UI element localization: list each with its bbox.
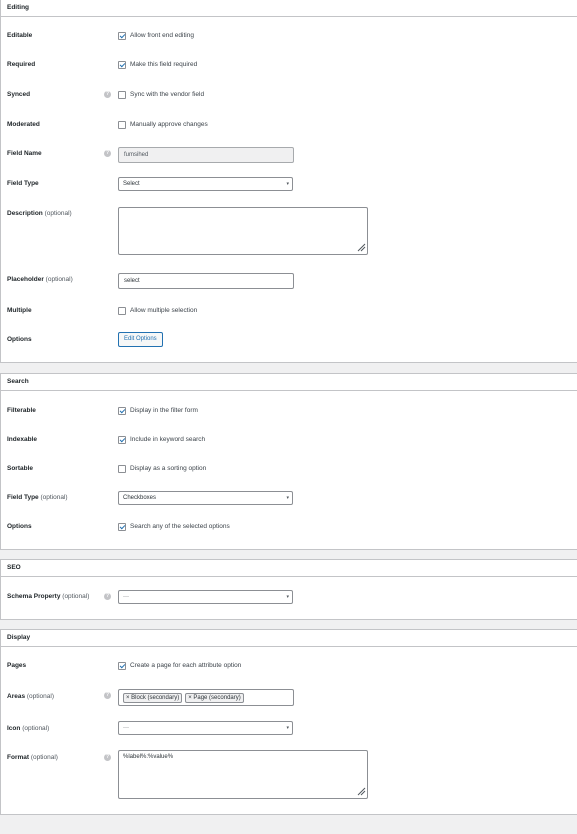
icon-select[interactable]: — ▾ bbox=[118, 721, 293, 735]
areas-label: Areas (optional) bbox=[7, 693, 54, 700]
resize-handle-icon[interactable] bbox=[357, 243, 366, 252]
editing-panel: Editing Editable Allow front end editing… bbox=[0, 0, 577, 363]
required-checkbox-label[interactable]: Make this field required bbox=[130, 61, 197, 68]
field-name-label: Field Name bbox=[7, 150, 42, 157]
filterable-checkbox-label[interactable]: Display in the filter form bbox=[130, 407, 198, 414]
schema-property-label: Schema Property (optional) bbox=[7, 593, 89, 600]
multiple-checkbox-label[interactable]: Allow multiple selection bbox=[130, 307, 197, 314]
moderated-checkbox[interactable] bbox=[118, 121, 126, 129]
display-panel-title: Display bbox=[1, 630, 577, 647]
required-checkbox[interactable] bbox=[118, 61, 126, 69]
chevron-down-icon: ▾ bbox=[286, 725, 289, 731]
display-panel: Display Pages Create a page for each att… bbox=[0, 629, 577, 815]
synced-label: Synced bbox=[7, 91, 31, 98]
description-label-text: Description bbox=[7, 210, 43, 217]
optional-note: (optional) bbox=[45, 276, 73, 283]
help-icon[interactable]: ? bbox=[104, 150, 111, 157]
help-icon[interactable]: ? bbox=[104, 692, 111, 699]
synced-checkbox-label[interactable]: Sync with the vendor field bbox=[130, 91, 204, 98]
optional-note: (optional) bbox=[62, 593, 90, 600]
search-panel-title: Search bbox=[1, 374, 577, 391]
edit-options-button[interactable]: Edit Options bbox=[118, 332, 163, 347]
format-textarea[interactable]: %label%:%value% bbox=[118, 750, 368, 799]
help-icon[interactable]: ? bbox=[104, 754, 111, 761]
filterable-label: Filterable bbox=[7, 407, 36, 414]
seo-panel-title: SEO bbox=[1, 560, 577, 577]
editable-checkbox[interactable] bbox=[118, 32, 126, 40]
schema-property-value: — bbox=[123, 594, 129, 600]
optional-note: (optional) bbox=[22, 725, 50, 732]
placeholder-label-text: Placeholder bbox=[7, 276, 44, 283]
moderated-label: Moderated bbox=[7, 121, 40, 128]
search-field-type-label-text: Field Type bbox=[7, 494, 39, 501]
indexable-checkbox[interactable] bbox=[118, 436, 126, 444]
field-type-select[interactable]: Select ▾ bbox=[118, 177, 293, 191]
areas-label-text: Areas bbox=[7, 693, 26, 700]
schema-property-select[interactable]: — ▾ bbox=[118, 590, 293, 604]
sortable-checkbox[interactable] bbox=[118, 465, 126, 473]
moderated-checkbox-label[interactable]: Manually approve changes bbox=[130, 121, 208, 128]
area-tag[interactable]: × Block (secondary) bbox=[123, 693, 183, 703]
chevron-down-icon: ▾ bbox=[286, 181, 289, 187]
icon-label-text: Icon bbox=[7, 725, 21, 732]
areas-multiselect[interactable]: × Block (secondary) × Page (secondary) bbox=[118, 689, 294, 706]
help-icon[interactable]: ? bbox=[104, 593, 111, 600]
synced-checkbox[interactable] bbox=[118, 91, 126, 99]
field-type-value: Select bbox=[123, 181, 140, 187]
editable-label: Editable bbox=[7, 32, 33, 39]
sortable-checkbox-label[interactable]: Display as a sorting option bbox=[130, 465, 206, 472]
optional-note: (optional) bbox=[30, 754, 58, 761]
required-label: Required bbox=[7, 61, 36, 68]
editable-checkbox-label[interactable]: Allow front end editing bbox=[130, 32, 194, 39]
optional-note: (optional) bbox=[40, 494, 68, 501]
search-field-type-select[interactable]: Checkboxes ▾ bbox=[118, 491, 293, 505]
field-name-input[interactable]: fumsihed bbox=[118, 147, 294, 163]
pages-checkbox[interactable] bbox=[118, 662, 126, 670]
editing-panel-title: Editing bbox=[1, 0, 577, 17]
search-field-type-value: Checkboxes bbox=[123, 495, 157, 501]
format-label: Format (optional) bbox=[7, 754, 58, 761]
help-icon[interactable]: ? bbox=[104, 91, 111, 98]
schema-property-label-text: Schema Property bbox=[7, 593, 61, 600]
pages-label: Pages bbox=[7, 662, 27, 669]
pages-checkbox-label[interactable]: Create a page for each attribute option bbox=[130, 662, 241, 669]
search-panel: Search Filterable Display in the filter … bbox=[0, 373, 577, 550]
seo-panel: SEO Schema Property (optional) ? — ▾ bbox=[0, 559, 577, 620]
search-options-checkbox-label[interactable]: Search any of the selected options bbox=[130, 523, 230, 530]
multiple-checkbox[interactable] bbox=[118, 307, 126, 315]
optional-note: (optional) bbox=[26, 693, 54, 700]
indexable-label: Indexable bbox=[7, 436, 37, 443]
chevron-down-icon: ▾ bbox=[286, 594, 289, 600]
search-field-type-label: Field Type (optional) bbox=[7, 494, 68, 501]
search-options-checkbox[interactable] bbox=[118, 523, 126, 531]
options-label: Options bbox=[7, 336, 32, 343]
format-label-text: Format bbox=[7, 754, 30, 761]
placeholder-label: Placeholder (optional) bbox=[7, 276, 73, 283]
description-label: Description (optional) bbox=[7, 210, 72, 217]
icon-value: — bbox=[123, 725, 129, 731]
sortable-label: Sortable bbox=[7, 465, 34, 472]
icon-label: Icon (optional) bbox=[7, 725, 49, 732]
placeholder-input[interactable]: select bbox=[118, 273, 294, 289]
search-options-label: Options bbox=[7, 523, 32, 530]
resize-handle-icon[interactable] bbox=[357, 787, 366, 796]
multiple-label: Multiple bbox=[7, 307, 32, 314]
optional-note: (optional) bbox=[44, 210, 72, 217]
field-type-label: Field Type bbox=[7, 180, 39, 187]
filterable-checkbox[interactable] bbox=[118, 407, 126, 415]
chevron-down-icon: ▾ bbox=[286, 495, 289, 501]
description-textarea[interactable] bbox=[118, 207, 368, 255]
area-tag[interactable]: × Page (secondary) bbox=[185, 693, 244, 703]
indexable-checkbox-label[interactable]: Include in keyword search bbox=[130, 436, 205, 443]
